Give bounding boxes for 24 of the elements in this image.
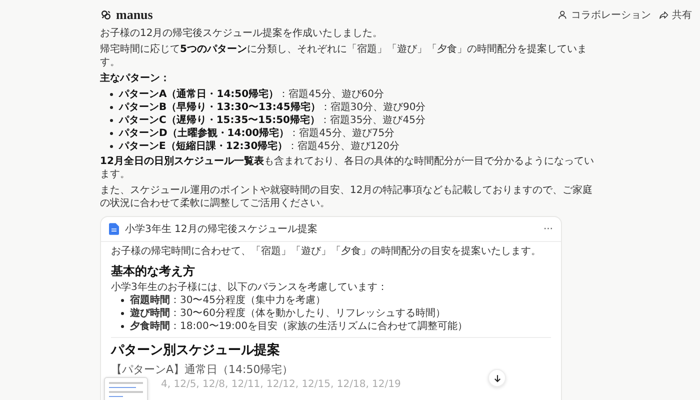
pattern-item: パターンB（早帰り・13:30〜13:45帰宅）：宿題30分、遊び90分 xyxy=(119,101,426,114)
message-text: お子様の12月の帰宅後スケジュール提案を作成いたしました。 xyxy=(100,27,384,40)
message-text: 帰宅時間に応じて5つのパターンに分類し、それぞれに「宿題」「遊び」「夕食」の時間配分を提案しています。 xyxy=(100,43,588,69)
collaboration-button[interactable]: コラボレーション xyxy=(558,8,651,22)
document-list-item: 夕食時間：18:00〜19:00を目安（家族の生活リズムに合わせて調整可能） xyxy=(130,320,468,333)
share-button[interactable]: 共有 xyxy=(659,8,692,22)
message-text: また、スケジュール運用のポイントや就寝時間の目安、12月の特記事項なども記載しておりますので、ご家庭の状況に合わせて柔軟に調整してご活用ください。 xyxy=(100,184,594,210)
pattern-item: パターンA（通常日・14:50帰宅）：宿題45分、遊び60分 xyxy=(119,88,384,101)
section-heading: 基本的な考え方 xyxy=(111,263,196,280)
pattern-item: パターンD（土曜参観・14:00帰宅）：宿題45分、遊び75分 xyxy=(119,127,395,140)
pattern-item: パターンC（遅帰り・15:35〜15:50帰宅）：宿題35分、遊び45分 xyxy=(119,114,426,127)
more-button[interactable]: ··· xyxy=(543,224,553,234)
app-name: manus xyxy=(116,7,153,23)
document-list-item: 宿題時間：30〜45分程度（集中力を考慮） xyxy=(130,294,326,307)
document-list-item: 遊び時間：30〜60分程度（体を動かしたり、リフレッシュする時間） xyxy=(130,307,446,320)
pattern-heading: 【パターンA】通常日（14:50帰宅） xyxy=(111,362,294,377)
document-text: 小学3年生のお子様には、以下のバランスを考慮しています： xyxy=(111,281,388,294)
document-text: お子様の帰宅時間に合わせて、「宿題」「遊び」「夕食」の時間配分の目安を提案いたします。 xyxy=(111,245,542,258)
pattern-item: パターンE（短縮日課・12:30帰宅）：宿題45分、遊び120分 xyxy=(119,140,400,153)
list-title: 主なパターン： xyxy=(100,72,171,85)
message-text: 12月全日の日別スケジュール一覧表も含まれており、各日の具体的な時間配分が一目で分かるようになっています。 xyxy=(100,155,595,181)
document-title: 小学3年生 12月の帰宅後スケジュール提案 xyxy=(125,222,318,236)
date-list: 4, 12/5, 12/8, 12/11, 12/12, 12/15, 12/18, 12/19 xyxy=(161,379,551,390)
section-heading: パターン別スケジュール提案 xyxy=(111,342,281,359)
